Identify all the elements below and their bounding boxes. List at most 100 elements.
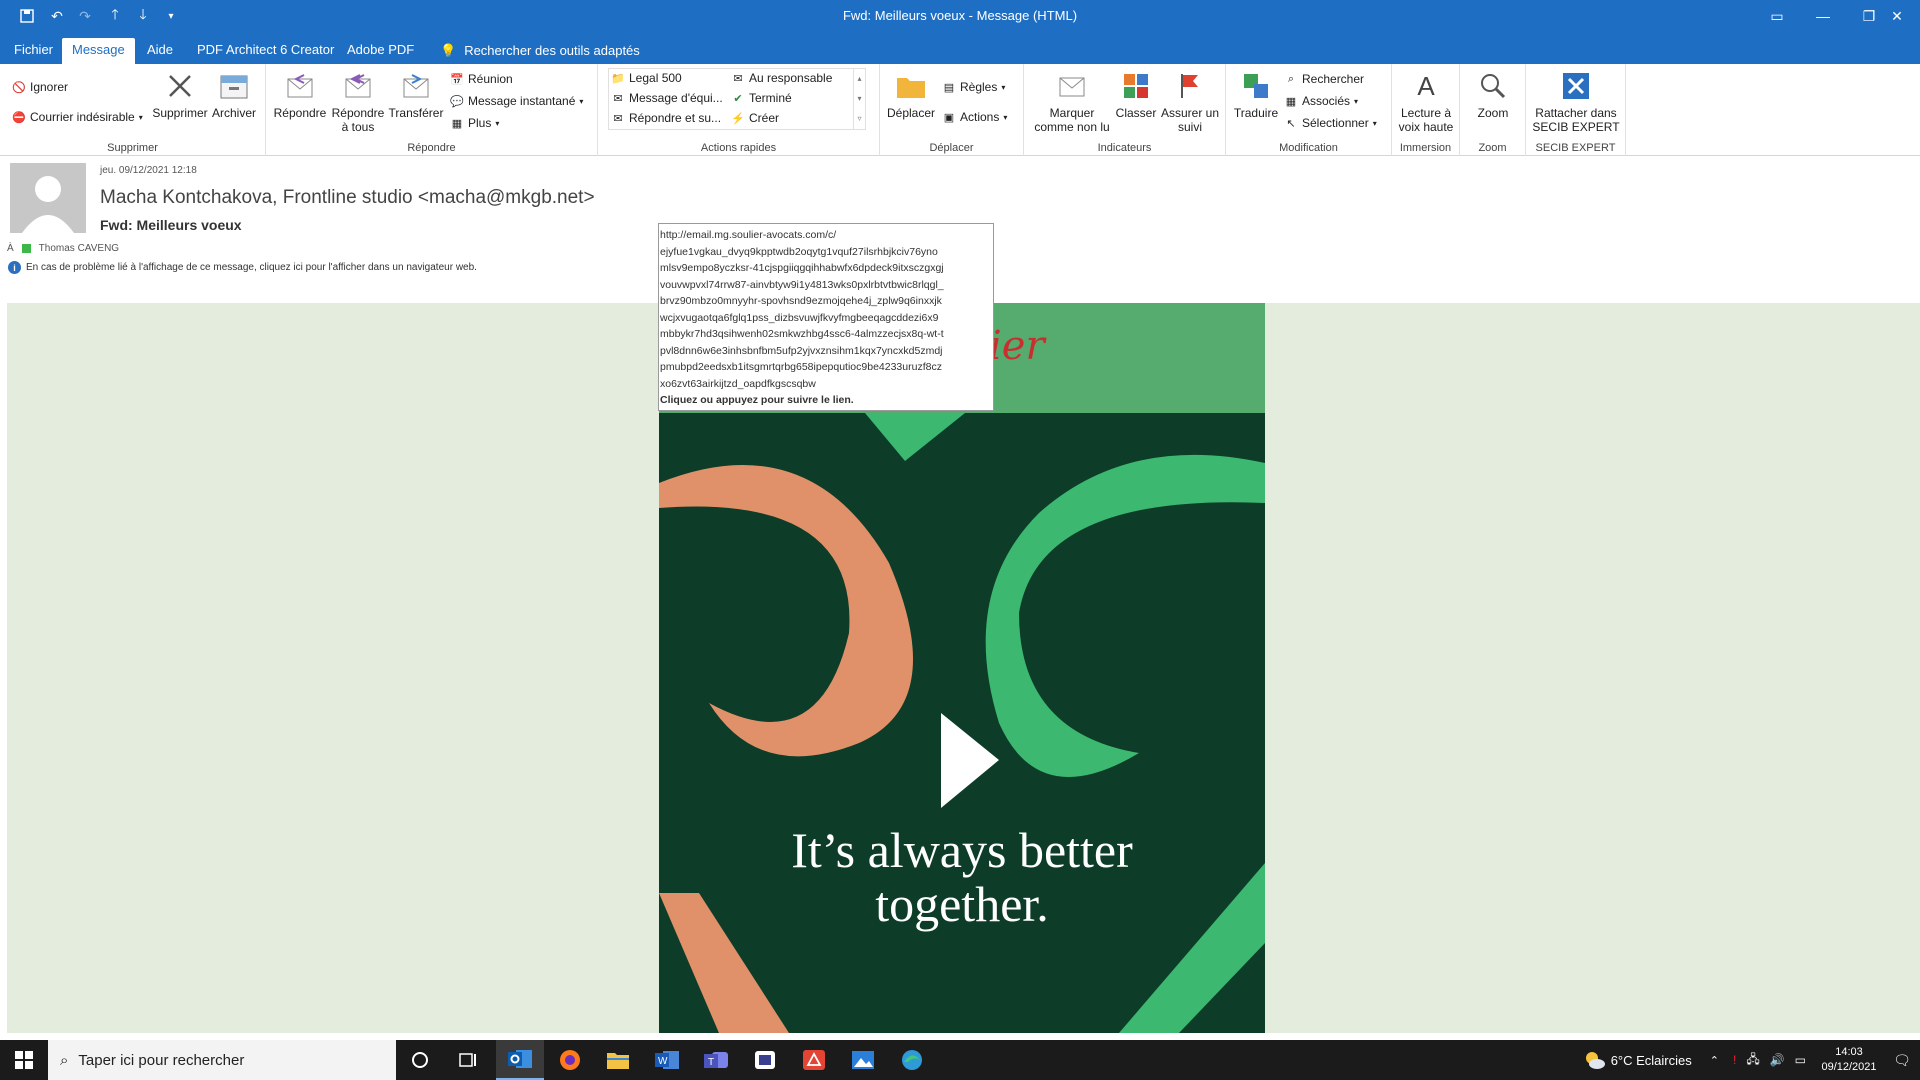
instant-message-icon: 💬 xyxy=(450,95,464,108)
tab-adobe-pdf[interactable]: Adobe PDF xyxy=(337,38,424,64)
close-button[interactable]: ✕ xyxy=(1874,0,1920,32)
chevron-down-icon: ▾ xyxy=(495,118,500,128)
notifications-icon[interactable]: 🗨 xyxy=(1884,1052,1920,1069)
supprimer-label: Supprimer xyxy=(152,106,208,120)
lightbulb-icon: 💡 xyxy=(440,43,457,58)
tab-aide[interactable]: Aide xyxy=(137,38,183,64)
group-repondre: Répondre Répondre à tous Transférer 📅 Réu… xyxy=(266,64,598,156)
ignore-icon: 🚫 xyxy=(12,81,26,94)
ribbon-display-icon[interactable]: ▭ xyxy=(1754,0,1800,32)
tooltip-url-line: brvz90mbzo0mnyyhr-spovhsnd9ezmojqehe4j_z… xyxy=(660,295,942,307)
repondre-tous-button[interactable]: Répondre à tous xyxy=(330,70,386,134)
traduire-button[interactable]: Traduire xyxy=(1232,70,1280,120)
info-icon: i xyxy=(8,261,21,274)
quick-step-message-equipe[interactable]: ✉ Message d'équi... xyxy=(611,91,722,105)
group-label-supprimer: Supprimer xyxy=(107,142,158,154)
meeting-icon: 📅 xyxy=(450,73,464,86)
select-icon: ↖ xyxy=(1286,117,1296,130)
repondre-tous-label: Répondre à tous xyxy=(331,106,385,134)
forward-icon xyxy=(400,70,432,102)
tab-fichier[interactable]: Fichier xyxy=(4,38,63,64)
courrier-indesirable-label: Courrier indésirable xyxy=(30,110,135,124)
app-icon[interactable] xyxy=(741,1040,789,1080)
minimize-button[interactable]: — xyxy=(1800,0,1846,32)
traduire-label: Traduire xyxy=(1233,106,1279,120)
tab-pdf-architect[interactable]: PDF Architect 6 Creator xyxy=(187,38,344,64)
file-explorer-icon[interactable] xyxy=(594,1040,642,1080)
marquer-non-lu-button[interactable]: Marquer comme non lu xyxy=(1030,70,1114,134)
move-folder-icon xyxy=(895,70,927,102)
group-zoom: Zoom Zoom xyxy=(1460,64,1526,156)
classer-label: Classer xyxy=(1115,106,1157,120)
supprimer-button[interactable]: Supprimer xyxy=(150,70,210,120)
plus-button[interactable]: ▦ Plus ▾ xyxy=(450,116,500,130)
zoom-button[interactable]: Zoom xyxy=(1468,70,1518,120)
firefox-icon[interactable] xyxy=(546,1040,594,1080)
clock[interactable]: 14:03 09/12/2021 xyxy=(1814,1045,1884,1075)
taskbar-search-placeholder: Taper ici pour rechercher xyxy=(78,1051,245,1069)
recipient-name[interactable]: Thomas CAVENG xyxy=(39,243,119,254)
translate-icon xyxy=(1240,70,1272,102)
tooltip-url-line: pmubpd2eedsxb1itsgmrtqrbg658ipepqutioc9b… xyxy=(660,361,942,373)
quick-step-termine[interactable]: ✔ Terminé xyxy=(731,91,791,105)
alert-icon[interactable]: ! xyxy=(1733,1053,1736,1067)
tell-me-search[interactable]: 💡 Rechercher des outils adaptés xyxy=(430,38,650,64)
rechercher-button[interactable]: ⌕ Rechercher xyxy=(1284,72,1364,86)
classer-button[interactable]: Classer xyxy=(1112,70,1160,120)
link-tooltip: http://email.mg.soulier-avocats.com/c/ e… xyxy=(658,223,994,411)
newsletter-image[interactable]: ier TS It’s always better together. xyxy=(659,303,1265,1033)
gallery-scroll[interactable]: ▴ ▾ ▿ xyxy=(853,69,865,129)
quick-step-creer[interactable]: ⚡ Créer xyxy=(731,111,779,125)
avatar xyxy=(10,163,86,233)
tooltip-follow-hint: Cliquez ou appuyez pour suivre le lien. xyxy=(660,394,854,406)
info-bar[interactable]: i En cas de problème lié à l'affichage d… xyxy=(8,261,477,274)
transferer-button[interactable]: Transférer xyxy=(386,70,446,120)
quick-step-repondre-supprimer[interactable]: ✉ Répondre et su... xyxy=(611,111,721,125)
presence-icon xyxy=(21,244,31,253)
volume-icon[interactable]: 🔊 xyxy=(1770,1053,1785,1067)
transferer-label: Transférer xyxy=(388,106,444,120)
start-button[interactable] xyxy=(0,1040,48,1080)
courrier-indesirable-button[interactable]: ⛔ Courrier indésirable ▾ xyxy=(12,110,143,124)
actions-button[interactable]: ▣ Actions ▾ xyxy=(942,110,1008,124)
cortana-icon[interactable] xyxy=(396,1040,444,1080)
sender-name[interactable]: Macha Kontchakova, Frontline studio <mac… xyxy=(100,187,595,209)
folder-icon: 📁 xyxy=(611,72,625,85)
group-indicateurs: Marquer comme non lu Classer Assurer un … xyxy=(1024,64,1226,156)
info-text: En cas de problème lié à l'affichage de … xyxy=(26,262,477,273)
regles-label: Règles xyxy=(960,80,998,94)
network-icon[interactable]: 🖧 xyxy=(1746,1050,1759,1071)
word-icon[interactable]: W xyxy=(643,1040,691,1080)
selectionner-button[interactable]: ↖ Sélectionner ▾ xyxy=(1284,116,1376,130)
photos-icon[interactable] xyxy=(839,1040,887,1080)
tab-message[interactable]: Message xyxy=(62,38,135,64)
tooltip-url-line: xo6zvt63airkijtzd_oapdfkgscsqbw xyxy=(660,377,816,390)
ignorer-button[interactable]: 🚫 Ignorer xyxy=(12,80,68,94)
rattacher-secib-button[interactable]: Rattacher dans SECIB EXPERT xyxy=(1530,70,1622,134)
tooltip-url-line: vouvwpvxl74rrw87-ainvbtyw9i1y4813wks0pxl… xyxy=(660,278,944,291)
lecture-voix-haute-button[interactable]: A Lecture à voix haute xyxy=(1396,70,1456,134)
quick-step-au-responsable[interactable]: ✉ Au responsable xyxy=(731,71,832,85)
taskbar-search[interactable]: ⌕ Taper ici pour rechercher xyxy=(48,1040,396,1080)
show-hidden-icons[interactable]: ⌃ xyxy=(1710,1054,1719,1067)
repondre-button[interactable]: Répondre xyxy=(272,70,328,120)
outlook-icon[interactable] xyxy=(496,1040,544,1080)
acrobat-icon[interactable] xyxy=(790,1040,838,1080)
battery-icon[interactable]: ▭ xyxy=(1795,1053,1806,1067)
deplacer-button[interactable]: Déplacer xyxy=(886,70,936,120)
actions-label: Actions xyxy=(960,110,1000,124)
assurer-suivi-button[interactable]: Assurer un suivi xyxy=(1158,70,1222,134)
message-instantane-button[interactable]: 💬 Message instantané ▾ xyxy=(450,94,583,108)
archiver-button[interactable]: Archiver xyxy=(208,70,260,120)
edge-icon[interactable] xyxy=(888,1040,936,1080)
quick-step-legal500[interactable]: 📁 Legal 500 xyxy=(611,71,682,85)
group-label-indicateurs: Indicateurs xyxy=(1097,142,1152,154)
teams-icon[interactable]: T xyxy=(692,1040,740,1080)
regles-button[interactable]: ▤ Règles ▾ xyxy=(942,80,1006,94)
message-date: jeu. 09/12/2021 12:18 xyxy=(100,165,197,176)
reunion-button[interactable]: 📅 Réunion xyxy=(450,72,513,86)
headline-line-1: It’s always better xyxy=(791,822,1133,878)
weather-text[interactable]: 6°C Eclaircies xyxy=(1611,1053,1692,1068)
task-view-icon[interactable] xyxy=(444,1040,492,1080)
associes-button[interactable]: ▦ Associés ▾ xyxy=(1284,94,1358,108)
